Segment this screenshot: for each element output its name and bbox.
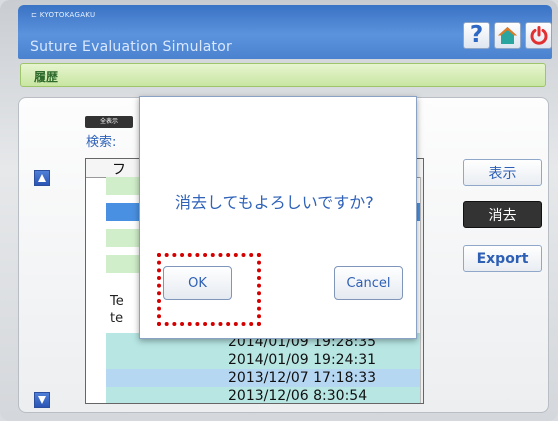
power-icon: [530, 25, 547, 45]
highlight-box: [157, 253, 261, 326]
export-button[interactable]: Export: [463, 245, 542, 272]
brand-text: KYOTOKAGAKU: [39, 11, 96, 19]
row-date: 2013/12/06 8:30:54: [218, 387, 423, 403]
show-all-button[interactable]: 全表示: [85, 116, 133, 128]
side-label: Te: [110, 294, 124, 309]
arrow-down-icon: [38, 396, 46, 404]
home-button[interactable]: [494, 22, 521, 49]
app-title: Suture Evaluation Simulator: [30, 39, 232, 55]
column-header-fragment: フ: [112, 162, 126, 178]
table-row[interactable]: 2013/12/06 8:30:54: [86, 387, 423, 403]
table-row[interactable]: 2013/12/07 17:18:33: [86, 369, 423, 387]
table-scrollbar[interactable]: [420, 177, 423, 403]
arrow-up-icon: [38, 174, 46, 182]
cancel-button[interactable]: Cancel: [334, 266, 403, 300]
power-button[interactable]: [525, 22, 552, 49]
side-label: te: [110, 311, 124, 326]
home-icon: [498, 27, 517, 44]
delete-button[interactable]: 消去: [463, 201, 542, 228]
section-bar: 履歴: [20, 63, 546, 87]
help-button[interactable]: ?: [463, 22, 490, 49]
scroll-up-button[interactable]: [34, 170, 50, 186]
section-title: 履歴: [34, 70, 59, 84]
search-label: 検索:: [86, 135, 117, 150]
help-icon: ?: [469, 22, 484, 48]
dialog-message: 消去してもよろしいですか?: [175, 193, 374, 212]
brand-label: ⊏ KYOTOKAGAKU: [31, 11, 96, 19]
scroll-down-button[interactable]: [34, 392, 50, 408]
table-row[interactable]: 2014/01/09 19:24:31: [86, 351, 423, 369]
app-header: ⊏ KYOTOKAGAKU Suture Evaluation Simulato…: [18, 5, 552, 59]
row-date: 2014/01/09 19:24:31: [218, 351, 423, 369]
row-date: 2013/12/07 17:18:33: [218, 369, 423, 387]
show-button[interactable]: 表示: [463, 159, 542, 186]
